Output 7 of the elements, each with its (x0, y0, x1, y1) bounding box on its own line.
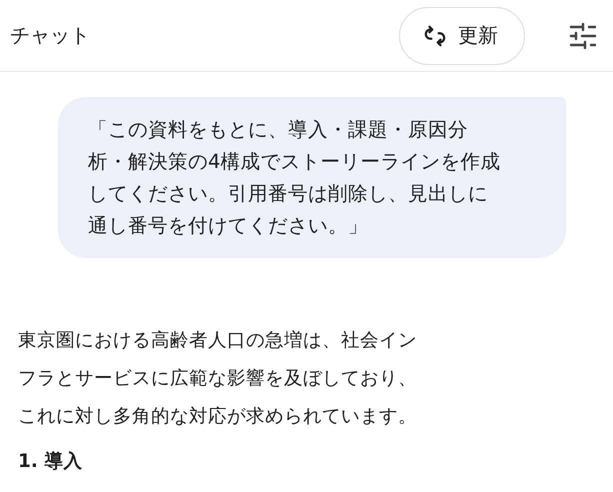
response-paragraph: 東京圏における高齢者人口の急増は、社会イン フラとサービスに広範な影響を及ぼしており、 これに対し多角的な対応が求められています。 (18, 329, 418, 429)
user-message-text: 「この資料をもとに、導入・課題・原因分 析・解決策の4構成でストーリーラインを作成 してください。引用番号は削除し、見出しに 通し番号を付けてください。」 (88, 117, 502, 239)
refresh-icon (424, 24, 446, 46)
sliders-icon (569, 22, 597, 48)
response-heading: 1. 導入 (18, 450, 84, 473)
chat-title: チャット (10, 22, 91, 49)
refresh-button[interactable]: 更新 (399, 6, 525, 64)
